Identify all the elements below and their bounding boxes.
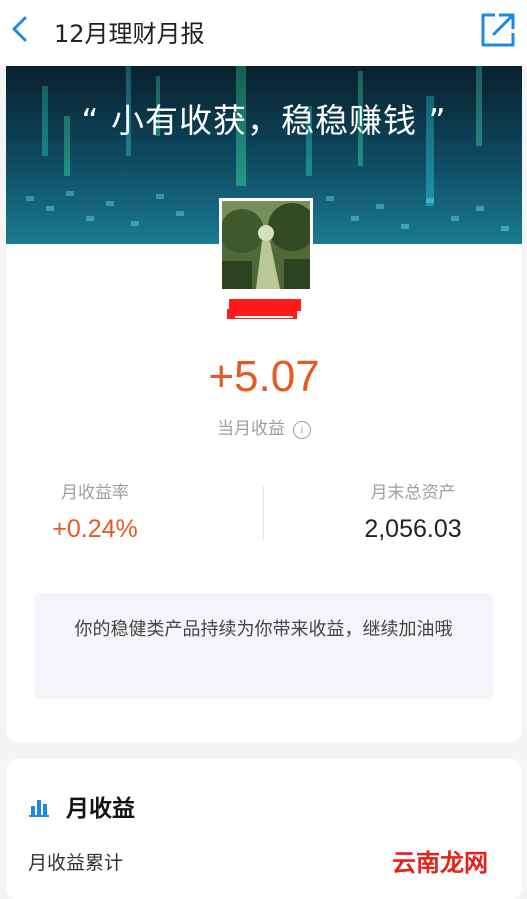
report-card: “ 小有收获，稳稳赚钱 ” +5.07 当月收益 i 月收益率 +0.24% 月末…: [6, 66, 522, 743]
monthly-rate-value: +0.24%: [52, 515, 138, 543]
external-link-icon: [481, 13, 515, 47]
info-icon[interactable]: i: [293, 421, 311, 439]
chevron-left-icon: [12, 16, 27, 42]
monthly-rate-label: 月收益率: [61, 483, 129, 503]
monthly-income-label-row: 当月收益 i: [6, 414, 522, 439]
watermark: 云南龙网: [392, 849, 488, 877]
encouragement-tip: 你的稳健类产品持续为你带来收益，继续加油哦: [34, 593, 493, 699]
monthly-rate-stat: 月收益率 +0.24%: [6, 478, 264, 544]
share-button[interactable]: [479, 11, 517, 49]
monthly-income-label: 当月收益: [217, 419, 285, 439]
back-button[interactable]: [6, 12, 36, 46]
section-title: 月收益: [66, 796, 135, 822]
monthly-income-section: 月收益 月收益累计: [6, 759, 522, 899]
total-assets-stat: 月末总资产 2,056.03: [264, 478, 522, 544]
username-redacted: [227, 297, 303, 327]
cumulative-income-label: 月收益累计: [28, 852, 124, 874]
avatar[interactable]: [219, 198, 313, 292]
banner-slogan: “ 小有收获，稳稳赚钱 ”: [81, 101, 447, 140]
total-assets-value: 2,056.03: [364, 515, 462, 543]
top-bar: 12月理财月报: [0, 0, 527, 66]
bar-chart-icon: [29, 800, 49, 817]
total-assets-label: 月末总资产: [370, 483, 456, 503]
page-title: 12月理财月报: [54, 20, 205, 48]
redaction-mark: [227, 299, 301, 319]
avatar-image: [222, 201, 310, 289]
monthly-income-amount: +5.07: [208, 352, 320, 401]
